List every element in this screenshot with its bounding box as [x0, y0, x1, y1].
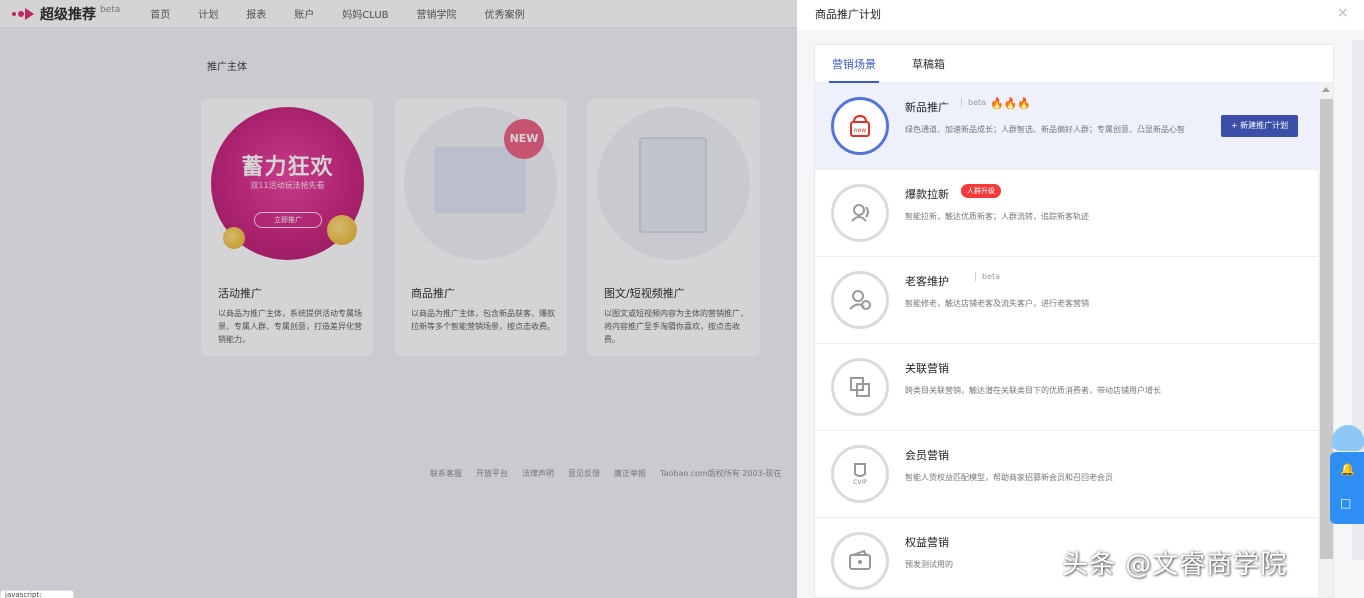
new-product-bag-icon: new	[831, 97, 889, 155]
scene-description: 智能人货权益匹配模型，帮助商家招募新会员和召回老会员	[905, 473, 1113, 482]
tab-drafts[interactable]: 草稿箱	[912, 56, 945, 72]
scene-description: 绿色通道、加速新品成长；人群智选、新品偏好人群；专属创意、凸显新品心智	[905, 125, 1185, 134]
create-plan-button[interactable]: + 新建推广计划	[1221, 115, 1298, 137]
scene-title: 权益营销	[905, 536, 949, 549]
scene-item-member-marketing[interactable]: CVIP 会员营销 智能人货权益匹配模型，帮助商家招募新会员和召回老会员	[815, 431, 1318, 518]
status-bar-url: javascript:	[0, 590, 74, 598]
chat-icon[interactable]: □	[1340, 496, 1351, 510]
beta-tag: beta	[975, 272, 1000, 281]
scene-title: 老客维护	[905, 275, 949, 288]
drawer-header: 商品推广计划 ×	[797, 0, 1364, 30]
rights-wallet-icon	[831, 532, 889, 590]
associated-marketing-icon	[831, 358, 889, 416]
scene-description: 跨类目关联营销，触达潜在关联类目下的优质消费者，带动店铺用户增长	[905, 386, 1161, 395]
scene-description: 智能修老，触达店铺老客及流失客户，进行老客营销	[905, 299, 1089, 308]
scene-item-hot-acquisition[interactable]: 爆款拉新 人群升级 智能拉新，触达优质新客；人群流转，追踪新客轨迹	[815, 170, 1318, 257]
icon-label: new	[854, 127, 866, 134]
scene-list: new 新品推广 beta 🔥🔥🔥 绿色通道、加速新品成长；人群智选、新品偏好人…	[815, 83, 1318, 597]
scroll-up-icon[interactable]	[1322, 87, 1330, 92]
crowd-upgrade-badge: 人群升级	[961, 184, 1001, 198]
scene-title: 爆款拉新	[905, 188, 949, 201]
icon-label: CVIP	[853, 479, 867, 486]
tabs: 营销场景 草稿箱	[815, 45, 1333, 83]
close-icon[interactable]: ×	[1337, 5, 1349, 21]
floating-tool-bar: 🔔 □	[1330, 452, 1364, 524]
scene-item-new-product[interactable]: new 新品推广 beta 🔥🔥🔥 绿色通道、加速新品成长；人群智选、新品偏好人…	[815, 83, 1318, 170]
flame-icon: 🔥🔥🔥	[990, 97, 1032, 110]
tab-marketing-scene[interactable]: 营销场景	[832, 56, 876, 72]
assistant-cloud-icon[interactable]	[1332, 425, 1364, 451]
watermark: 头条 @文睿商学院	[1062, 550, 1288, 580]
scene-item-associated-marketing[interactable]: 关联营销 跨类目关联营销，触达潜在关联类目下的优质消费者，带动店铺用户增长	[815, 344, 1318, 431]
scene-title: 关联营销	[905, 362, 949, 375]
member-vip-icon: CVIP	[831, 445, 889, 503]
modal-backdrop[interactable]	[0, 0, 797, 598]
hot-acquisition-icon	[831, 184, 889, 242]
scene-title: 会员营销	[905, 449, 949, 462]
scene-description: 智能拉新，触达优质新客；人群流转，追踪新客轨迹	[905, 212, 1089, 221]
beta-tag: beta	[961, 98, 986, 107]
scene-title: 新品推广	[905, 101, 949, 114]
scene-item-old-customer[interactable]: 老客维护 beta 智能修老，触达店铺老客及流失客户，进行老客营销	[815, 257, 1318, 344]
promotion-plan-drawer: 商品推广计划 × 营销场景 草稿箱 new 新品推广 beta 🔥🔥🔥 绿色通道…	[797, 0, 1364, 598]
scene-panel: 营销场景 草稿箱 new 新品推广 beta 🔥🔥🔥 绿色通道、加速新品成长；人…	[814, 44, 1334, 598]
bell-icon[interactable]: 🔔	[1340, 462, 1355, 476]
drawer-title: 商品推广计划	[815, 8, 881, 21]
old-customer-icon	[831, 271, 889, 329]
